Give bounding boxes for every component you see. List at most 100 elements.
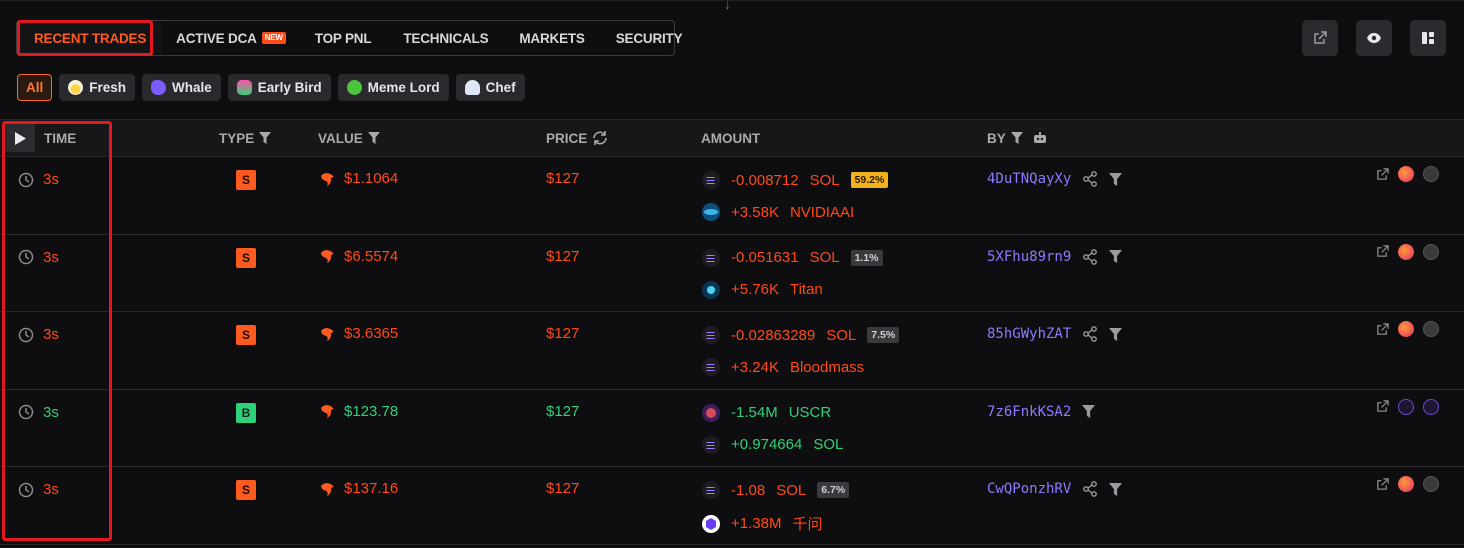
token-symbol[interactable]: 千问	[792, 513, 822, 534]
filter-whale[interactable]: Whale	[142, 74, 221, 101]
help-icon[interactable]	[1423, 321, 1439, 338]
share-icon[interactable]	[1082, 481, 1098, 498]
share-icon[interactable]	[1082, 171, 1098, 187]
clock-icon	[18, 405, 34, 420]
filter-icon[interactable]	[1109, 250, 1123, 264]
visibility-button[interactable]	[1356, 20, 1392, 56]
external-link-icon[interactable]	[1376, 245, 1389, 258]
share-icon[interactable]	[1082, 248, 1098, 265]
filter-icon[interactable]	[1010, 132, 1023, 144]
holding-percent-badge: 7.5%	[867, 327, 900, 344]
platform-icon[interactable]	[1398, 398, 1414, 415]
table-row[interactable]: 3s S $3.6365 $127 -0.02863289 SOL 7.5% +…	[0, 312, 1464, 390]
amount-out: -0.051631 SOL 1.1%	[702, 248, 883, 267]
table-body: 3s S $1.1064 $127 -0.008712 SOL 59.2% +3…	[0, 157, 1464, 545]
platform-icon[interactable]	[1398, 321, 1414, 338]
eye-icon	[1367, 33, 1381, 43]
platform-icon[interactable]	[1398, 166, 1414, 182]
row-actions	[1376, 243, 1439, 260]
clock-icon	[18, 172, 34, 187]
amount-out: -1.08 SOL 6.7%	[702, 481, 850, 500]
tab-top-pnl[interactable]: TOP PNL	[286, 21, 372, 55]
filter-icon[interactable]	[1082, 405, 1096, 419]
token-symbol[interactable]: SOL	[810, 249, 840, 266]
layout-button[interactable]	[1410, 20, 1446, 56]
filter-chef[interactable]: Chef	[455, 74, 525, 101]
col-value[interactable]: VALUE	[318, 120, 380, 156]
col-time[interactable]: TIME	[44, 120, 76, 156]
filter-meme-lord[interactable]: Meme Lord	[337, 74, 449, 101]
token-symbol[interactable]: NVIDIAAI	[790, 204, 854, 221]
trade-value: $1.1064	[320, 170, 398, 187]
filter-early-bird[interactable]: Early Bird	[227, 74, 331, 101]
help-icon[interactable]	[1423, 243, 1439, 260]
external-link-icon	[1314, 31, 1327, 44]
filter-icon[interactable]	[1109, 172, 1123, 186]
token-symbol[interactable]: SOL	[776, 482, 806, 499]
row-actions	[1376, 476, 1439, 493]
token-symbol[interactable]: SOL	[810, 172, 840, 189]
external-link-icon[interactable]	[1376, 322, 1389, 336]
token-symbol[interactable]: SOL	[813, 436, 843, 453]
filter-icon[interactable]	[367, 132, 380, 144]
help-icon[interactable]	[1423, 476, 1439, 493]
refresh-icon[interactable]	[592, 131, 608, 145]
amount-in: +5.76K Titan	[702, 280, 823, 299]
wallet-address[interactable]: 7z6FnkKSA2	[987, 404, 1071, 420]
filter-icon[interactable]	[1109, 327, 1123, 341]
trade-value: $3.6365	[320, 325, 398, 342]
help-icon[interactable]	[1423, 166, 1439, 182]
col-type[interactable]: TYPE	[219, 120, 272, 156]
table-row[interactable]: 3s S $6.5574 $127 -0.051631 SOL 1.1% +5.…	[0, 235, 1464, 313]
table-row[interactable]: 3s S $137.16 $127 -1.08 SOL 6.7% +1.38M …	[0, 467, 1464, 545]
trade-type-badge: B	[236, 402, 256, 423]
top-divider	[0, 0, 1464, 1]
new-badge: NEW	[261, 32, 286, 44]
wallet-cell: 7z6FnkKSA2	[987, 404, 1096, 420]
share-icon[interactable]	[1082, 326, 1098, 343]
clock-icon	[18, 327, 34, 342]
table-row[interactable]: 3s S $1.1064 $127 -0.008712 SOL 59.2% +3…	[0, 157, 1464, 235]
row-actions	[1376, 166, 1439, 182]
token-symbol[interactable]: Titan	[790, 281, 823, 298]
wallet-cell: CwQPonzhRV	[987, 481, 1123, 498]
filter-icon[interactable]	[1109, 482, 1123, 496]
platform-icon[interactable]	[1398, 476, 1414, 493]
external-link-icon[interactable]	[1376, 400, 1389, 413]
table-row[interactable]: 3s B $123.78 $127 -1.54M USCR +0.974664 …	[0, 390, 1464, 468]
token-icon	[702, 514, 720, 533]
platform-icon[interactable]	[1423, 398, 1439, 415]
trade-price: $127	[546, 325, 580, 343]
dex-icon	[321, 482, 334, 496]
wallet-address[interactable]: CwQPonzhRV	[987, 481, 1071, 497]
token-symbol[interactable]: USCR	[789, 404, 832, 421]
filter-icon[interactable]	[259, 132, 272, 144]
token-icon	[702, 203, 720, 221]
tab-technicals[interactable]: TECHNICALS	[371, 21, 488, 55]
external-link-button[interactable]	[1302, 20, 1338, 56]
trade-type-badge: S	[236, 170, 256, 190]
tab-recent-trades[interactable]: RECENT TRADES	[17, 21, 163, 55]
tab-security[interactable]: SECURITY	[585, 21, 683, 55]
bot-icon[interactable]	[1032, 132, 1048, 144]
trade-type-badge: S	[236, 325, 256, 346]
col-price[interactable]: PRICE	[546, 120, 608, 156]
wallet-address[interactable]: 5XFhu89rn9	[987, 249, 1071, 265]
dex-icon	[321, 172, 334, 186]
dex-icon	[321, 327, 334, 341]
amount-out: -0.008712 SOL 59.2%	[702, 171, 889, 189]
tab-active-dca[interactable]: ACTIVE DCA NEW	[162, 21, 286, 55]
wallet-cell: 4DuTNQayXy	[987, 171, 1123, 187]
filter-all[interactable]: All	[17, 74, 53, 101]
external-link-icon[interactable]	[1376, 478, 1389, 491]
token-symbol[interactable]: Bloodmass	[790, 359, 864, 376]
col-by[interactable]: BY	[987, 120, 1048, 156]
token-symbol[interactable]: SOL	[826, 327, 856, 344]
filter-fresh[interactable]: Fresh	[59, 74, 136, 101]
platform-icon[interactable]	[1398, 243, 1414, 260]
pause-stream-button[interactable]	[4, 124, 35, 152]
wallet-address[interactable]: 85hGWyhZAT	[987, 326, 1071, 342]
wallet-address[interactable]: 4DuTNQayXy	[987, 171, 1071, 187]
external-link-icon[interactable]	[1376, 167, 1389, 181]
tab-markets[interactable]: MARKETS	[488, 21, 585, 55]
